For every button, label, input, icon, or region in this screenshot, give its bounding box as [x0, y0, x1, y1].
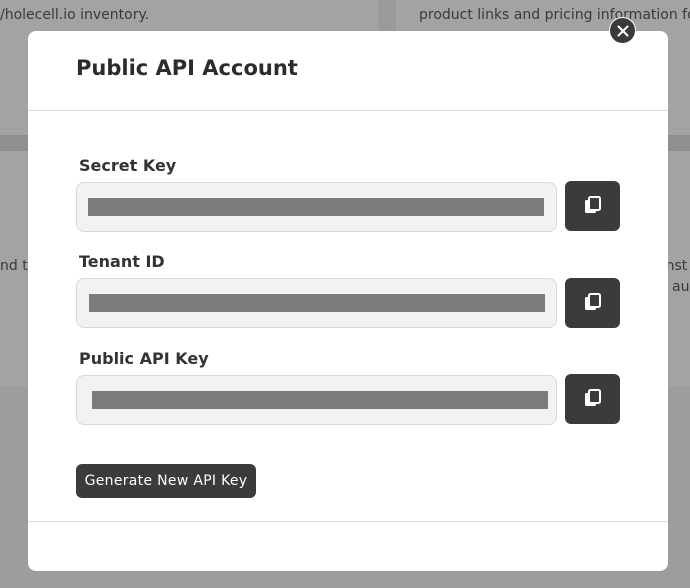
tenant-id-field[interactable] — [76, 278, 557, 328]
public-api-key-label: Public API Key — [79, 349, 209, 368]
api-account-modal: Public API Account Secret Key Tenant ID … — [28, 31, 668, 571]
background-text: /holecell.io inventory. — [0, 7, 150, 23]
secret-key-field[interactable] — [76, 182, 557, 232]
background-text: au — [672, 279, 690, 295]
tenant-id-label: Tenant ID — [79, 252, 165, 271]
copy-secret-key-button[interactable] — [565, 181, 620, 231]
close-icon — [617, 25, 628, 36]
copy-icon — [584, 196, 601, 213]
close-modal-button[interactable] — [609, 17, 636, 44]
copy-public-api-key-button[interactable] — [565, 374, 620, 424]
copy-icon — [584, 293, 601, 310]
copy-icon — [584, 389, 601, 406]
secret-key-label: Secret Key — [79, 156, 177, 175]
background-text: nd t — [0, 258, 28, 274]
masked-value — [89, 294, 545, 312]
masked-value — [88, 198, 544, 216]
modal-title: Public API Account — [76, 56, 298, 80]
masked-value — [92, 391, 548, 409]
generate-api-key-button[interactable]: Generate New API Key — [76, 464, 256, 498]
copy-tenant-id-button[interactable] — [565, 278, 620, 328]
background-text: product links and pricing information fo — [419, 7, 690, 23]
modal-footer-divider — [28, 521, 668, 522]
public-api-key-field[interactable] — [76, 375, 557, 425]
